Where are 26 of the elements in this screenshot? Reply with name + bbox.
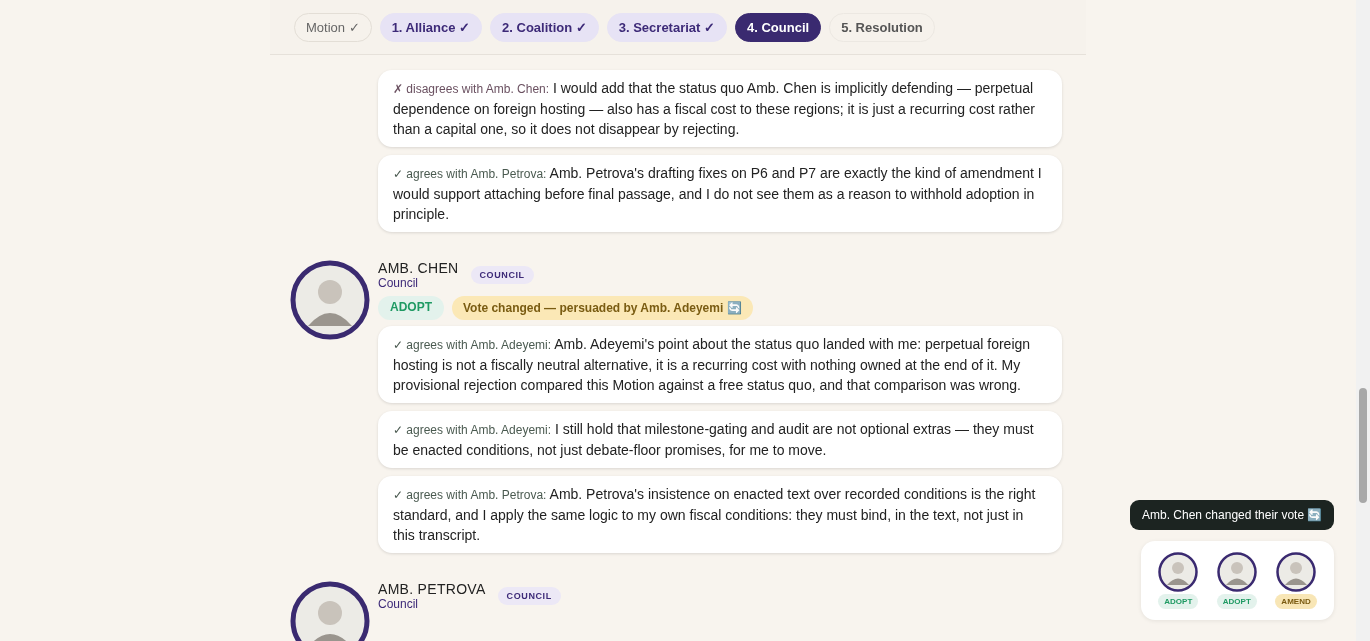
delegate-body: Council	[378, 276, 420, 290]
comment-card: ✓ agrees with Amb. Petrova: Amb. Petrova's insistence on enacted text over recorded conditions is the right standard, and I apply the same logic to my own fiscal conditions: they must bind, in the text, not just in this transcript.	[378, 476, 1062, 553]
delegate-name: AMB. PETROVA	[378, 581, 486, 597]
delegate-body: Council	[378, 597, 420, 611]
avatar-icon	[1216, 552, 1257, 592]
scrollbar[interactable]	[1356, 0, 1370, 641]
vote-badge: ADOPT	[1216, 594, 1257, 609]
body-badge: COUNCIL	[497, 587, 561, 605]
vote-badge: ADOPT	[378, 296, 444, 320]
step-tab[interactable]: 1. Alliance ✓	[379, 12, 483, 42]
avatar-icon	[290, 260, 370, 340]
comment-card: ✓ agrees with Amb. Petrova: Amb. Petrova's drafting fixes on P6 and P7 are exactly the kind of amendment I would support attaching before final passage, and I do not see them as a reason to withhold adoption in principle.	[378, 155, 1062, 232]
step-tab[interactable]: 3. Secretariat ✓	[606, 12, 728, 42]
comment-card: ✓ agrees with Amb. Adeyemi: Amb. Adeyemi's point about the status quo landed with me: perpetual foreign hosting is not a fiscally neutral alternative, it is a recurring cost with nothing owned at the end of it. My provisional rejection compared this Motion against a free status quo, and that comparison was wrong.	[378, 326, 1062, 403]
vote-change-note: Vote changed — persuaded by Amb. Adeyemi 🔄	[452, 296, 753, 320]
avatar-icon	[1276, 552, 1317, 592]
step-tab[interactable]: 2. Coalition ✓	[490, 12, 599, 42]
body-badge: COUNCIL	[470, 266, 534, 284]
delegate-name: AMB. CHEN	[378, 260, 459, 276]
comment-card: ✓ agrees with Amb. Adeyemi: I still hold that milestone-gating and audit are not optional extras — they must be enacted conditions, not just debate-floor promises, for me to move.	[378, 411, 1062, 468]
vote-badge: AMEND	[1275, 594, 1317, 609]
comment-card: ✗ disagrees with Amb. Chen: I would add that the status quo Amb. Chen is implicitly defending — perpetual dependence on foreign hosting — also has a fiscal cost to these regions; it is just a recurring cost rather than a capital one, so it does not disappear by rejecting.	[378, 70, 1062, 147]
toast-message: Amb. Chen changed their vote 🔄	[1130, 500, 1335, 530]
avatar-icon	[1158, 552, 1199, 592]
step-tab[interactable]: 4. Council	[735, 12, 822, 42]
vote-badge: ADOPT	[1158, 594, 1199, 609]
